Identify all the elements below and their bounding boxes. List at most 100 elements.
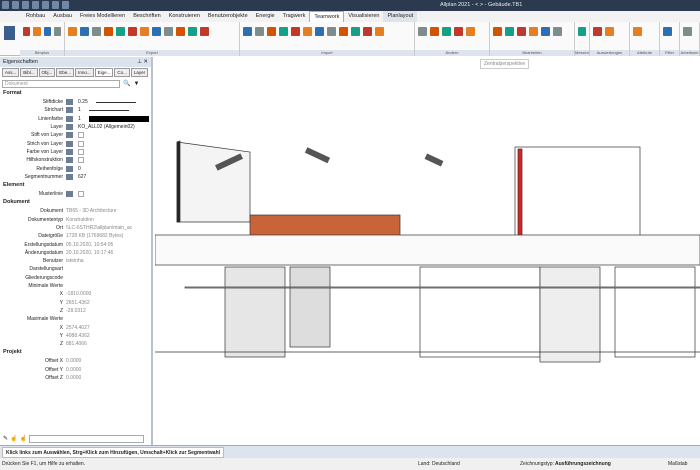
tool-icon[interactable] xyxy=(633,27,642,36)
ribbon-tab[interactable]: Ausbau xyxy=(49,11,76,22)
tool-icon[interactable] xyxy=(164,27,173,36)
panel-tab[interactable]: Layer xyxy=(130,68,149,77)
ribbon-tab[interactable]: Benutzerobjekte xyxy=(204,11,252,22)
pencil-icon[interactable]: ✎ xyxy=(3,435,8,442)
property-row[interactable]: Änderungsdatum 20.10.2020, 10:17:46 xyxy=(0,249,151,257)
hand-icon[interactable]: ☝ xyxy=(20,435,27,442)
property-row[interactable]: Offset Z 0.0000 xyxy=(0,374,151,382)
tool-icon[interactable] xyxy=(430,27,439,36)
tool-icon[interactable] xyxy=(327,27,336,36)
property-row[interactable]: Stiftdicke 0.25 xyxy=(0,98,151,106)
tool-icon[interactable] xyxy=(375,27,384,36)
property-row[interactable]: Reihenfolge 0 xyxy=(0,164,151,172)
tool-icon[interactable] xyxy=(303,27,312,36)
tool-icon[interactable] xyxy=(315,27,324,36)
ribbon-tab[interactable]: Rohbau xyxy=(22,11,49,22)
tool-icon[interactable] xyxy=(43,27,51,36)
property-row[interactable]: Darstellungsart xyxy=(0,265,151,273)
ribbon-tab[interactable]: Beschriften xyxy=(129,11,165,22)
tool-icon[interactable] xyxy=(363,27,372,36)
tool-icon[interactable] xyxy=(152,27,161,36)
ribbon-tab[interactable]: Visualisieren xyxy=(344,11,383,22)
ribbon-tab[interactable]: Teamwork xyxy=(309,11,345,22)
property-row[interactable]: Offset X 0.0000 xyxy=(0,357,151,365)
ribbon-tab[interactable]: Energie xyxy=(252,11,279,22)
tool-icon[interactable] xyxy=(578,27,586,36)
tool-icon[interactable] xyxy=(454,27,463,36)
tool-icon[interactable] xyxy=(442,27,451,36)
tool-icon[interactable] xyxy=(683,27,692,36)
search-icon[interactable]: 🔍 xyxy=(123,80,130,87)
property-row[interactable]: Linienfarbe 1 xyxy=(0,115,151,123)
tool-icon[interactable] xyxy=(33,27,41,36)
quick-access-toolbar[interactable] xyxy=(2,1,69,9)
property-row[interactable]: X 2574.4027 xyxy=(0,323,151,331)
checkbox[interactable] xyxy=(78,132,84,139)
panel-tab[interactable]: Ebe... xyxy=(56,68,75,77)
building-structure-icon[interactable] xyxy=(4,26,15,40)
tool-icon[interactable] xyxy=(339,27,348,36)
tool-icon[interactable] xyxy=(243,27,252,36)
tool-icon[interactable] xyxy=(351,27,360,36)
ribbon-tab[interactable]: Konstruieren xyxy=(165,11,204,22)
tool-icon[interactable] xyxy=(104,27,113,36)
filter-icon[interactable]: ▼ xyxy=(133,81,139,87)
tool-icon[interactable] xyxy=(267,27,276,36)
tool-icon[interactable] xyxy=(53,27,61,36)
property-row[interactable]: Z -28.0312 xyxy=(0,307,151,315)
drawing-type-value[interactable]: Ausführungszeichnung xyxy=(555,461,611,467)
panel-tab[interactable]: Ass... xyxy=(2,68,20,77)
property-row[interactable]: Dokumententyp Konstruktion xyxy=(0,216,151,224)
property-row[interactable]: Farbe von Layer xyxy=(0,148,151,156)
property-row[interactable]: Strichart 1 xyxy=(0,106,151,114)
tool-icon[interactable] xyxy=(605,27,614,36)
panel-tab[interactable]: Co... xyxy=(114,68,130,77)
checkbox[interactable] xyxy=(78,148,84,155)
tool-icon[interactable] xyxy=(279,27,288,36)
checkbox[interactable] xyxy=(78,140,84,147)
ribbon-tab[interactable]: Planlayout xyxy=(383,11,418,22)
pin-close-icon[interactable]: ⊥ ✕ xyxy=(137,59,148,65)
property-row[interactable]: Offset Y 0.0000 xyxy=(0,366,151,374)
tool-icon[interactable] xyxy=(466,27,475,36)
property-row[interactable]: Y 4088.4362 xyxy=(0,332,151,340)
property-row[interactable]: Musterlinie xyxy=(0,190,151,198)
tool-icon[interactable] xyxy=(505,27,514,36)
object-combo[interactable]: Dokument xyxy=(2,79,120,88)
panel-tab[interactable]: Bibl... xyxy=(20,68,38,77)
tool-icon[interactable] xyxy=(553,27,562,36)
panel-tab[interactable]: Inno... xyxy=(75,68,94,77)
selection-input[interactable] xyxy=(29,434,144,443)
property-row[interactable]: Hilfskonstruktion xyxy=(0,156,151,164)
tool-icon[interactable] xyxy=(200,27,209,36)
ribbon-tab[interactable]: Freies Modellieren xyxy=(76,11,129,22)
tool-icon[interactable] xyxy=(188,27,197,36)
section-header[interactable]: Format xyxy=(0,89,151,98)
tool-icon[interactable] xyxy=(418,27,427,36)
tool-icon[interactable] xyxy=(176,27,185,36)
panel-tab[interactable]: Obj... xyxy=(38,68,56,77)
section-header[interactable]: Projekt xyxy=(0,348,151,357)
tool-icon[interactable] xyxy=(68,27,77,36)
tool-icon[interactable] xyxy=(291,27,300,36)
tool-icon[interactable] xyxy=(80,27,89,36)
property-row[interactable]: Gliederungscode xyxy=(0,274,151,282)
tool-icon[interactable] xyxy=(529,27,538,36)
property-row[interactable]: Z 881.4066 xyxy=(0,340,151,348)
property-row[interactable]: Y 2651.4362 xyxy=(0,299,151,307)
section-header[interactable]: Dokument xyxy=(0,198,151,207)
tool-icon[interactable] xyxy=(541,27,550,36)
tool-icon[interactable] xyxy=(92,27,101,36)
tool-icon[interactable] xyxy=(517,27,526,36)
viewport[interactable]: Zentralperspektive xyxy=(154,57,700,445)
property-row[interactable]: Stift von Layer xyxy=(0,131,151,139)
tool-icon[interactable] xyxy=(593,27,602,36)
tool-icon[interactable] xyxy=(128,27,137,36)
tool-icon[interactable] xyxy=(255,27,264,36)
property-row[interactable]: Benutzer tsteinha xyxy=(0,257,151,265)
property-row[interactable]: Dateigröße 1728 KB (1769682 Bytes) xyxy=(0,232,151,240)
tool-icon[interactable] xyxy=(116,27,125,36)
property-row[interactable]: Ort \\LC-6STHR2\allplan\main_ac xyxy=(0,224,151,232)
hand-icon[interactable]: ☝ xyxy=(10,435,17,442)
section-header[interactable]: Element xyxy=(0,181,151,190)
